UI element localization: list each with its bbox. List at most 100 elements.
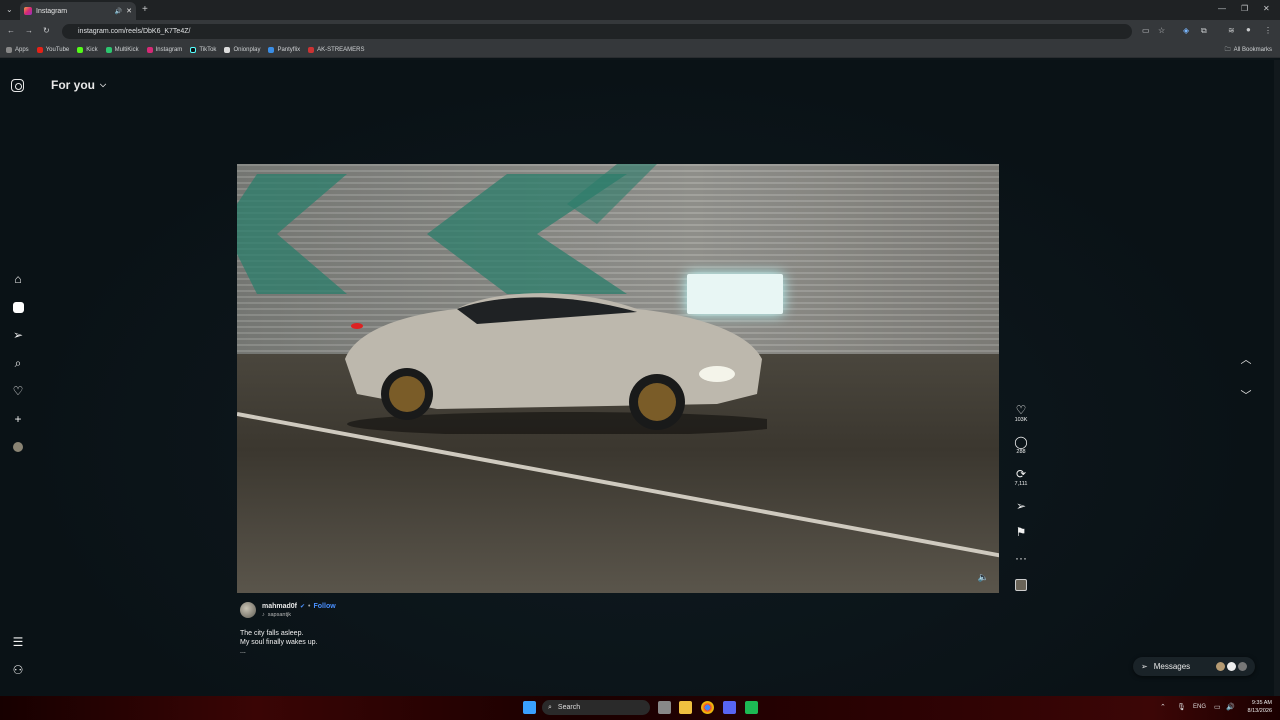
page-scrollbar[interactable]: [1274, 60, 1280, 696]
menu-hamburger-icon[interactable]: ☰: [10, 634, 26, 650]
search-icon: ⌕: [548, 703, 552, 711]
extensions-puzzle-icon[interactable]: ⧉: [1201, 26, 1207, 36]
bookmark-apps[interactable]: Apps: [6, 46, 29, 53]
likes-count: 103K: [1014, 417, 1028, 423]
task-view-icon[interactable]: [658, 701, 671, 714]
bookmark-ak-streamers[interactable]: AK-STREAMERS: [308, 46, 365, 53]
sidepanel-icon[interactable]: ≋: [1228, 26, 1235, 35]
file-explorer-icon[interactable]: [679, 701, 692, 714]
bookmark-icon: ⚑: [1015, 525, 1027, 539]
reels-icon[interactable]: [10, 299, 26, 315]
back-icon[interactable]: ←: [7, 26, 15, 35]
reposts-count: 7,111: [1014, 481, 1028, 487]
caption-more[interactable]: ...: [240, 647, 317, 656]
tab-close-icon[interactable]: ✕: [126, 7, 132, 15]
previous-reel-button[interactable]: ︿: [1236, 351, 1256, 371]
audio-credit[interactable]: ♪ sapsantjk: [262, 612, 336, 618]
share-button[interactable]: ➢: [1012, 499, 1030, 513]
verified-badge-icon: ✔: [300, 603, 306, 610]
onionplay-icon: [224, 46, 231, 53]
repost-icon: ⟳: [1015, 467, 1027, 481]
follow-button[interactable]: Follow: [314, 603, 336, 610]
author-avatar[interactable]: [240, 602, 256, 618]
tab-strip: [0, 0, 1280, 20]
maximize-icon[interactable]: ❐: [1241, 4, 1248, 13]
author-username[interactable]: mahmad0f: [262, 603, 297, 610]
tiktok-icon: [190, 46, 197, 53]
comments-count: 288: [1016, 449, 1026, 455]
address-bar[interactable]: instagram.com/reels/DbK6_K7Te4Z/: [62, 24, 1132, 39]
repost-button[interactable]: ⟳ 7,111: [1012, 467, 1030, 488]
caption-line-2: My soul finally wakes up.: [240, 639, 318, 646]
app-taskbar-icon[interactable]: [745, 701, 758, 714]
profile-avatar[interactable]: [10, 439, 26, 455]
home-icon[interactable]: ⌂: [10, 271, 26, 287]
bookmark-instagram[interactable]: Instagram: [146, 46, 182, 53]
instagram-favicon-icon: [24, 7, 32, 15]
chevron-down-icon: ﹀: [1240, 390, 1252, 402]
bookmark-youtube[interactable]: YouTube: [36, 46, 69, 53]
more-options-button[interactable]: ···: [1012, 551, 1030, 565]
car-graphic: [345, 293, 767, 434]
menu-kebab-icon[interactable]: ⋮: [1264, 26, 1272, 35]
multikick-icon: [105, 46, 112, 53]
reel-video[interactable]: 🔈: [237, 164, 999, 593]
next-reel-button[interactable]: ﹀: [1236, 387, 1256, 407]
comment-icon: ◯: [1014, 435, 1028, 449]
window-close-icon[interactable]: ✕: [1263, 4, 1270, 13]
bookmark-tiktok[interactable]: TikTok: [190, 46, 216, 53]
browser-tab[interactable]: Instagram 🔊 ✕: [20, 2, 136, 20]
tab-audio-icon[interactable]: 🔊: [115, 8, 122, 15]
create-plus-icon[interactable]: +: [10, 411, 26, 427]
bookmark-star-icon[interactable]: ☆: [1158, 26, 1165, 35]
bookmark-pantyflix[interactable]: Pantyflix: [268, 46, 300, 53]
save-button[interactable]: ⚑: [1012, 525, 1030, 539]
like-button[interactable]: ♡ 103K: [1012, 403, 1030, 424]
minimize-icon[interactable]: —: [1218, 4, 1226, 13]
chevron-up-icon: ︿: [1240, 354, 1252, 366]
address-url: instagram.com/reels/DbK6_K7Te4Z/: [78, 28, 191, 35]
all-bookmarks[interactable]: 🗀 All Bookmarks: [1225, 45, 1272, 55]
messages-label: Messages: [1153, 662, 1191, 671]
bookmark-multikick[interactable]: MultiKick: [105, 46, 139, 53]
clock-date: 8/13/2026: [1247, 708, 1272, 714]
messages-button[interactable]: ➢ Messages: [1133, 657, 1255, 676]
apps-grid-icon: [6, 46, 12, 53]
new-tab-icon[interactable]: +: [142, 4, 148, 15]
taskbar-search[interactable]: ⌕ Search: [542, 700, 650, 715]
notifications-heart-icon[interactable]: ♡: [10, 383, 26, 399]
tab-search-icon[interactable]: ⌄: [6, 5, 13, 14]
instagram-logo-icon[interactable]: [11, 79, 24, 92]
taskbar-search-label: Search: [557, 704, 581, 711]
volume-icon[interactable]: 🔈: [978, 572, 989, 583]
separator-dot: •: [308, 602, 311, 610]
comment-button[interactable]: ◯ 288: [1012, 435, 1030, 456]
windows-start-icon[interactable]: [523, 701, 536, 714]
feed-selector[interactable]: For you ⌵: [51, 78, 106, 92]
more-dots-icon: ···: [1015, 551, 1027, 565]
forward-icon[interactable]: →: [25, 26, 33, 35]
microphone-icon[interactable]: 🎙: [1177, 703, 1186, 711]
chrome-taskbar-icon[interactable]: [701, 701, 714, 714]
page-title: For you: [51, 78, 95, 92]
network-icon[interactable]: ▭: [1214, 703, 1221, 711]
extension-icon[interactable]: ◈: [1183, 26, 1189, 35]
system-clock[interactable]: 9:35 AM 8/13/2026: [1240, 699, 1272, 715]
reload-icon[interactable]: ↻: [43, 26, 50, 35]
speaker-icon[interactable]: 🔊: [1226, 703, 1235, 711]
bookmark-onionplay[interactable]: Onionplay: [224, 46, 260, 53]
audio-thumb-icon: [1015, 579, 1027, 591]
language-indicator[interactable]: ENG: [1193, 704, 1206, 710]
cast-icon[interactable]: ▭: [1142, 26, 1150, 35]
also-from-meta-icon[interactable]: ⚇: [10, 662, 26, 678]
tab-title: Instagram: [36, 7, 68, 15]
direct-messages-icon[interactable]: ➢: [10, 327, 26, 343]
messages-send-icon: ➢: [1141, 662, 1148, 671]
search-icon[interactable]: ⌕: [10, 355, 26, 371]
bookmark-kick[interactable]: Kick: [77, 46, 98, 53]
tray-chevron-icon[interactable]: ⌃: [1160, 703, 1166, 711]
youtube-icon: [36, 46, 43, 53]
discord-icon[interactable]: [723, 701, 736, 714]
audio-thumbnail[interactable]: [1012, 578, 1030, 596]
profile-avatar-icon[interactable]: ●: [1246, 25, 1251, 34]
